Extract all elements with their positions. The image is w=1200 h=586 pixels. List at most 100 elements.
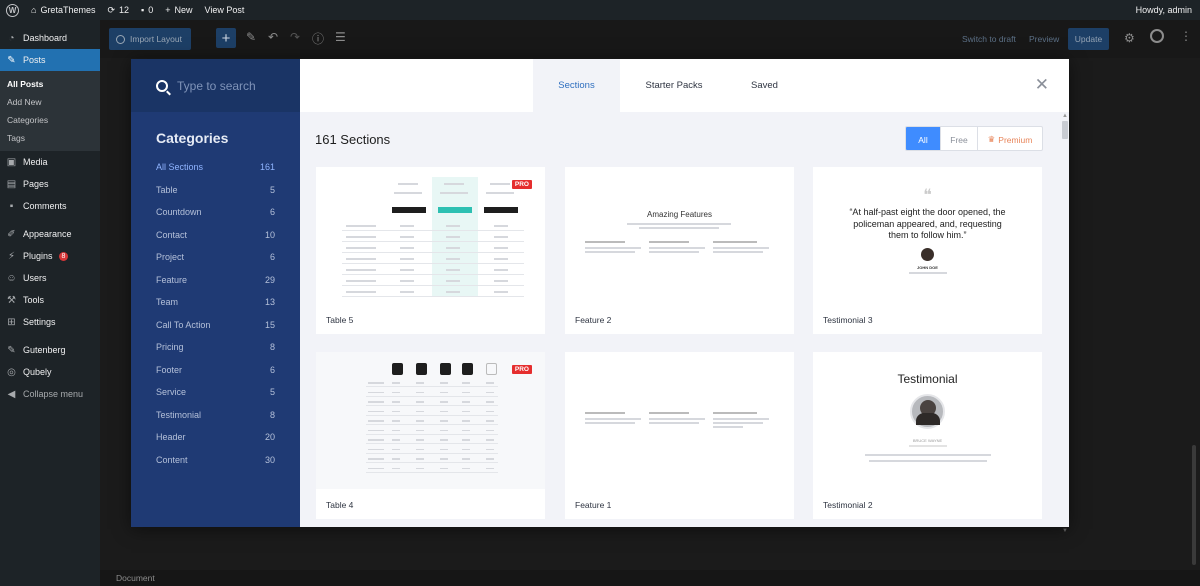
redo-icon[interactable]: ↷ (290, 30, 300, 44)
category-name: Countdown (156, 207, 202, 217)
modal-tabs: Sections Starter Packs Saved (533, 59, 801, 112)
category-item[interactable]: Team 13 (131, 291, 300, 314)
menu-gutenberg[interactable]: ✎ Gutenberg (0, 339, 100, 361)
comment-icon: ▪ (141, 5, 145, 15)
preview-name: JOHN DOE (917, 265, 938, 270)
import-layout-button[interactable]: Import Layout (109, 28, 191, 50)
category-item[interactable]: Call To Action 15 (131, 314, 300, 337)
category-count: 30 (264, 454, 275, 465)
add-block-button[interactable]: + (216, 28, 236, 48)
category-item[interactable]: Contact 10 (131, 224, 300, 247)
category-item[interactable]: Project 6 (131, 246, 300, 269)
media-icon: ▣ (6, 156, 17, 168)
gear-icon[interactable]: ⚙ (1124, 31, 1135, 45)
my-account-link[interactable]: Howdy, admin (1130, 0, 1200, 20)
submenu-categories[interactable]: Categories (0, 111, 100, 129)
category-count: 15 (264, 319, 275, 330)
update-button[interactable]: Update (1068, 28, 1109, 50)
category-item[interactable]: Footer 6 (131, 359, 300, 382)
updates-link[interactable]: ⟳ 12 (101, 0, 135, 20)
menu-plugins[interactable]: ⚡ Plugins 8 (0, 245, 100, 267)
plugins-update-badge: 8 (58, 251, 69, 261)
filter-free-button[interactable]: Free (940, 127, 977, 150)
category-name: Table (156, 184, 178, 195)
comment-icon: ▪ (9, 200, 14, 212)
plus-icon: + (165, 5, 171, 15)
menu-qubely[interactable]: ◎ Qubely (0, 361, 100, 383)
category-name: Header (156, 432, 186, 442)
tab-saved[interactable]: Saved (728, 59, 801, 112)
menu-appearance[interactable]: ✐ Appearance (0, 223, 100, 245)
category-name: All Sections (156, 162, 204, 172)
new-content-link[interactable]: + New (159, 0, 198, 20)
menu-settings[interactable]: ⊞ Settings (0, 311, 100, 333)
scroll-down-icon[interactable]: ▼ (1062, 528, 1068, 534)
card-label: Feature 2 (575, 315, 612, 325)
category-name: Project (156, 252, 185, 262)
section-card-feature-1[interactable]: Feature 1 (565, 352, 794, 519)
search-bar (131, 59, 300, 112)
category-item[interactable]: Header 20 (131, 426, 300, 449)
section-card-table-4[interactable]: PRO Table 4 (316, 352, 545, 519)
category-item[interactable]: All Sections 161 (131, 156, 300, 179)
qubely-settings-icon[interactable] (1150, 29, 1164, 43)
menu-collapse[interactable]: ◀ Collapse menu (0, 383, 100, 405)
menu-pages[interactable]: ▤ Pages (0, 173, 100, 195)
settings-icon: ⊞ (7, 316, 16, 328)
filter-premium-button[interactable]: ♛ Premium (977, 127, 1042, 150)
submenu-tags[interactable]: Tags (0, 129, 100, 147)
category-item[interactable]: Testimonial 8 (131, 404, 300, 427)
submenu-all-posts[interactable]: All Posts (0, 75, 100, 93)
sections-scrollbar[interactable]: ▲ ▼ (1062, 113, 1068, 534)
filter-all-button[interactable]: All (906, 127, 940, 150)
home-icon: ⌂ (31, 5, 37, 15)
more-options-icon[interactable]: ⋮ (1180, 29, 1192, 43)
category-count: 8 (269, 342, 275, 352)
menu-media[interactable]: ▣ Media (0, 151, 100, 173)
category-item[interactable]: Pricing 8 (131, 336, 300, 359)
menu-tools[interactable]: ⚒ Tools (0, 289, 100, 311)
category-item[interactable]: Table 5 (131, 179, 300, 202)
menu-dashboard[interactable]: ◔ Dashboard (0, 27, 100, 49)
tab-sections[interactable]: Sections (533, 59, 620, 112)
submenu-add-new[interactable]: Add New (0, 93, 100, 111)
category-item[interactable]: Countdown 6 (131, 201, 300, 224)
editor-scrollbar[interactable] (1192, 60, 1196, 565)
dashboard-icon: ◔ (8, 32, 15, 44)
section-card-testimonial-2[interactable]: Testimonial BRUCE WAYNE Testimonial 2 (813, 352, 1042, 519)
switch-to-draft-button[interactable]: Switch to draft (962, 34, 1016, 44)
site-name-link[interactable]: ⌂ GretaThemes (25, 0, 101, 20)
undo-icon[interactable]: ↶ (268, 30, 278, 44)
search-input[interactable] (177, 78, 297, 93)
section-card-testimonial-3[interactable]: ❝ “At half-past eight the door opened, t… (813, 167, 1042, 334)
menu-users[interactable]: ☺ Users (0, 267, 100, 289)
card-preview: Testimonial BRUCE WAYNE (813, 352, 1042, 489)
comments-link[interactable]: ▪ 0 (135, 0, 159, 20)
menu-posts[interactable]: ✎ Posts (0, 49, 100, 71)
close-icon[interactable]: ✕ (1035, 75, 1049, 95)
preview-button[interactable]: Preview (1029, 34, 1059, 44)
modal-sidebar: Categories All Sections 161 Table 5 Countdow… (131, 59, 300, 527)
tab-starter-packs[interactable]: Starter Packs (620, 59, 728, 112)
section-card-feature-2[interactable]: Amazing Features Feature 2 (565, 167, 794, 334)
collapse-icon: ◀ (7, 388, 16, 400)
scroll-up-icon[interactable]: ▲ (1062, 113, 1068, 119)
info-icon[interactable]: ⓘ (312, 30, 324, 47)
pro-badge: PRO (511, 180, 532, 189)
wrench-icon: ⚒ (7, 294, 16, 306)
category-item[interactable]: Service 5 (131, 381, 300, 404)
view-post-link[interactable]: View Post (199, 0, 251, 20)
category-name: Contact (156, 229, 188, 240)
category-count: 6 (269, 207, 275, 217)
wp-logo-menu[interactable]: W (0, 0, 25, 20)
category-name: Testimonial (156, 409, 202, 420)
category-item[interactable]: Feature 29 (131, 269, 300, 292)
list-view-icon[interactable]: ☰ (335, 30, 346, 44)
edit-tool-icon[interactable]: ✎ (246, 30, 256, 44)
admin-bar: W ⌂ GretaThemes ⟳ 12 ▪ 0 + New View Post How… (0, 0, 1200, 20)
plugin-icon: ⚡ (7, 250, 16, 262)
section-card-table-5[interactable]: PRO Table 5 (316, 167, 545, 334)
menu-comments[interactable]: ▪ Comments (0, 195, 100, 217)
modal-header: Sections Starter Packs Saved ✕ (300, 59, 1069, 112)
category-item[interactable]: Content 30 (131, 449, 300, 472)
